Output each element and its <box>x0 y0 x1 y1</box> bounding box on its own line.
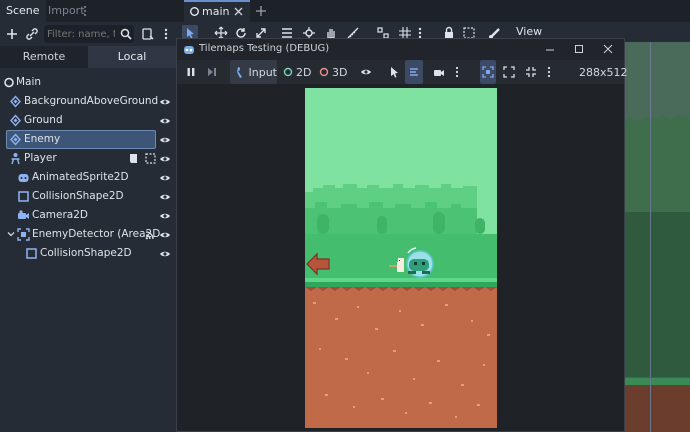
fullscreen-icon[interactable] <box>525 60 537 84</box>
group-icon[interactable] <box>145 153 156 164</box>
remote-local-switch: Remote Local <box>0 46 176 68</box>
tab-main-label: main <box>202 5 230 18</box>
mode-3d-button[interactable]: 3D <box>319 60 347 84</box>
search-icon <box>120 28 132 40</box>
game-viewport[interactable] <box>177 84 624 431</box>
tilemap-icon <box>9 114 22 127</box>
circle-3d-icon <box>319 67 329 77</box>
camera-override-icon[interactable] <box>433 60 445 84</box>
collision-shape-icon <box>25 247 38 260</box>
circle-2d-icon <box>283 67 293 77</box>
visibility-eye-icon[interactable] <box>159 248 171 260</box>
tree-node-label: CollisionShape2D <box>40 247 132 259</box>
tab-main[interactable]: main <box>184 0 250 22</box>
tree-node-camera2d[interactable]: Camera2D <box>0 206 176 226</box>
tab-scene[interactable]: Scene <box>0 0 46 22</box>
mode-2d-button[interactable]: 2D <box>283 60 311 84</box>
script-attached-icon[interactable] <box>128 153 139 164</box>
dock-menu-handle[interactable] <box>84 4 86 18</box>
tree-node-enemy[interactable]: Enemy <box>0 130 176 150</box>
tree-node-backgroundaboveground[interactable]: BackgroundAboveGround <box>0 92 176 112</box>
tree-node-collisionshape2d[interactable]: CollisionShape2D <box>0 187 176 207</box>
input-mode-button[interactable]: Input <box>230 60 277 84</box>
tree-node-player[interactable]: Player <box>0 149 176 169</box>
input-mode-label: Input <box>248 65 277 79</box>
game-toolbar: Input 2D 3D 288x512 <box>177 60 628 84</box>
close-window-icon[interactable] <box>603 44 613 54</box>
visibility-eye-icon[interactable] <box>159 96 171 108</box>
game-scene-art <box>305 88 497 428</box>
list-select-mode-icon[interactable] <box>405 60 423 84</box>
tree-node-label: EnemyDetector (Area2D <box>32 228 161 240</box>
next-frame-icon[interactable] <box>207 60 217 84</box>
area2d-icon <box>17 228 30 241</box>
node2d-icon <box>3 76 16 89</box>
window-title: Tilemaps Testing (DEBUG) <box>199 43 330 54</box>
viewport-scene-preview <box>622 42 690 432</box>
resolution-readout: 288x512 <box>579 65 628 79</box>
dock-tabs: Scene Import <box>0 0 176 22</box>
filter-input[interactable] <box>47 26 115 42</box>
mode-3d-label: 3D <box>332 65 348 79</box>
more-options-icon[interactable] <box>158 26 174 42</box>
stretch-icon[interactable] <box>503 60 515 84</box>
visibility-eye-icon[interactable] <box>159 134 171 146</box>
scene-root-icon <box>189 6 200 17</box>
tree-node-label: Main <box>16 76 42 88</box>
camera-icon <box>17 209 30 222</box>
view-menu[interactable]: View <box>516 25 542 38</box>
tree-node-label: BackgroundAboveGround <box>24 95 159 107</box>
collision-shape-icon <box>17 190 30 203</box>
tree-node-label: Enemy <box>24 133 61 145</box>
embed-options-icon[interactable] <box>547 60 551 84</box>
tilemap-icon <box>9 95 22 108</box>
pause-icon[interactable] <box>186 60 196 84</box>
visibility-toggle-icon[interactable] <box>360 60 372 84</box>
tree-node-label: CollisionShape2D <box>32 190 124 202</box>
select-cursor-icon[interactable] <box>388 60 400 84</box>
tree-node-label: Ground <box>24 114 63 126</box>
input-cursor-icon <box>237 67 242 78</box>
remote-button[interactable]: Remote <box>0 46 88 68</box>
characterbody2d-icon <box>9 152 22 165</box>
fit-window-icon[interactable] <box>480 60 496 84</box>
godot-logo-icon <box>183 43 195 55</box>
tree-node-ground[interactable]: Ground <box>0 111 176 131</box>
close-tab-icon[interactable] <box>234 7 243 16</box>
new-tab-icon[interactable] <box>255 5 267 17</box>
camera-options-icon[interactable] <box>455 60 459 84</box>
local-button[interactable]: Local <box>88 46 176 68</box>
visibility-eye-icon[interactable] <box>159 229 171 241</box>
visibility-eye-icon[interactable] <box>159 210 171 222</box>
script-icon[interactable] <box>140 26 156 42</box>
visibility-eye-icon[interactable] <box>159 172 171 184</box>
tilemap-icon <box>9 133 22 146</box>
maximize-icon[interactable] <box>574 44 584 54</box>
visibility-eye-icon[interactable] <box>159 191 171 203</box>
signal-icon[interactable] <box>145 229 156 240</box>
window-title-bar: Tilemaps Testing (DEBUG) <box>177 39 624 60</box>
tree-node-animatedsprite2d[interactable]: AnimatedSprite2D <box>0 168 176 188</box>
filter-field[interactable] <box>44 25 134 43</box>
tree-node-label: Player <box>24 152 57 164</box>
add-node-icon[interactable] <box>4 26 20 42</box>
visibility-eye-icon[interactable] <box>159 153 171 165</box>
animated-sprite-icon <box>17 171 30 184</box>
visibility-eye-icon[interactable] <box>159 115 171 127</box>
mode-2d-label: 2D <box>296 65 312 79</box>
game-render[interactable] <box>305 88 497 428</box>
debug-game-window: Tilemaps Testing (DEBUG) Input 2D 3D 288… <box>176 38 628 432</box>
tree-node-main[interactable]: Main <box>0 73 176 93</box>
tree-node-enemydetector[interactable]: EnemyDetector (Area2D <box>0 225 176 245</box>
link-icon[interactable] <box>24 26 40 42</box>
minimize-icon[interactable] <box>545 45 555 55</box>
editor-tab-bar <box>176 0 690 22</box>
tree-node-collisionshape2d-nested[interactable]: CollisionShape2D <box>0 244 176 264</box>
tree-node-label: Camera2D <box>32 209 88 221</box>
tree-node-label: AnimatedSprite2D <box>32 171 129 183</box>
